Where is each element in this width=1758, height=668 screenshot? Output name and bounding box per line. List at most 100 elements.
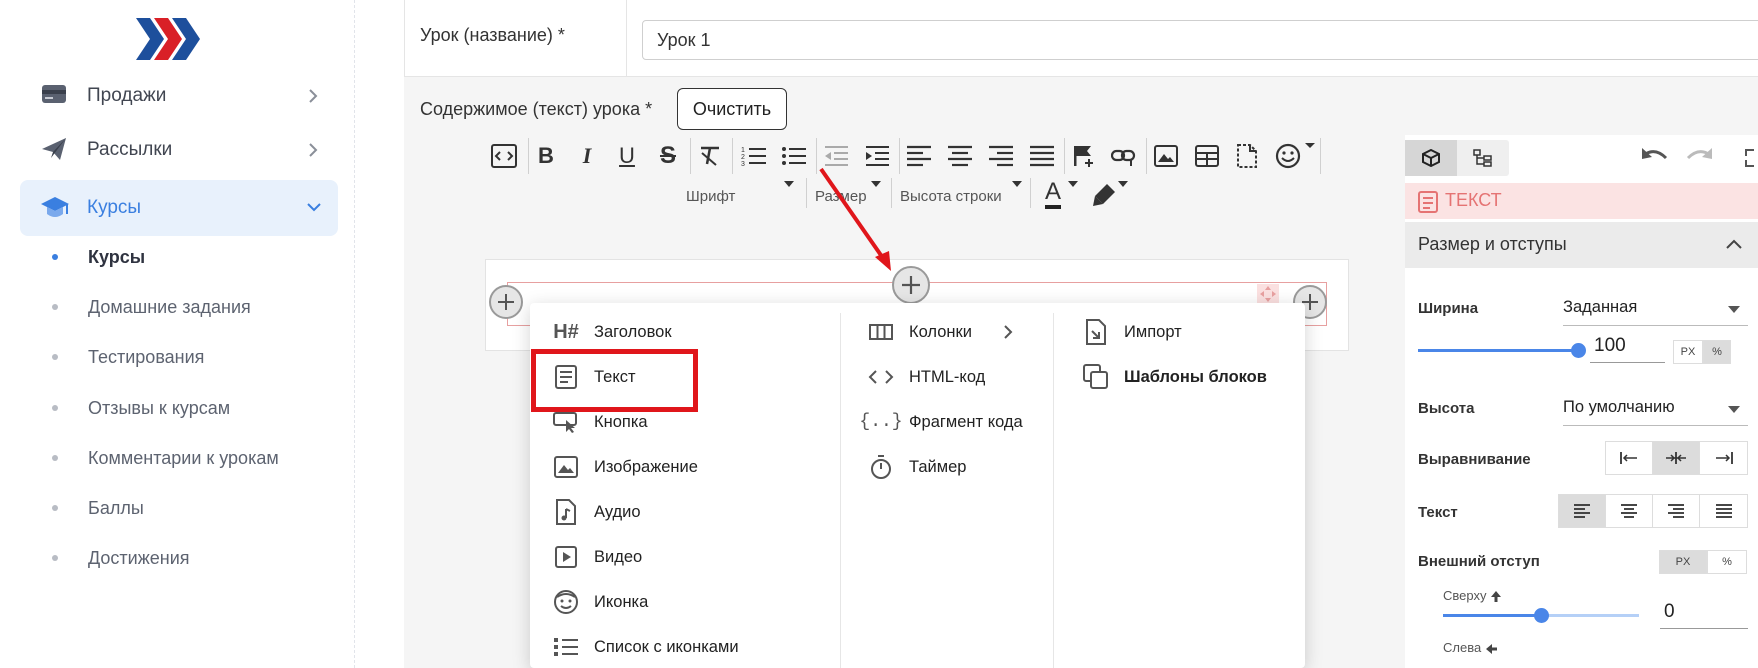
source-code-icon[interactable] xyxy=(486,138,522,174)
divider xyxy=(626,0,627,77)
block-option-templates[interactable]: Шаблоны блоков xyxy=(1082,357,1267,397)
add-block-left-icon[interactable] xyxy=(489,285,523,319)
highlighter-icon[interactable] xyxy=(1086,176,1122,212)
block-option-audio[interactable]: Аудио xyxy=(552,492,641,532)
slider-knob[interactable] xyxy=(1534,608,1549,623)
block-option-label: HTML-код xyxy=(909,367,986,386)
bold-icon[interactable]: B xyxy=(528,138,564,174)
align-center-icon[interactable] xyxy=(942,138,978,174)
block-option-label: Таймер xyxy=(909,457,967,476)
align-start-icon[interactable] xyxy=(1606,442,1653,474)
bullet-dot xyxy=(52,555,58,561)
text-color-icon[interactable]: A xyxy=(1035,176,1071,212)
block-option-import[interactable]: Импорт xyxy=(1082,312,1182,352)
clear-format-icon[interactable] xyxy=(692,138,728,174)
unit-px-button[interactable]: PX xyxy=(1673,340,1703,364)
element-type-header: ТЕКСТ xyxy=(1405,183,1758,219)
import-icon xyxy=(1082,318,1110,346)
height-mode-select[interactable]: По умолчанию xyxy=(1563,392,1748,426)
font-dropdown[interactable]: Шрифт xyxy=(686,188,735,205)
table-icon[interactable] xyxy=(1189,138,1225,174)
caret-icon xyxy=(1728,406,1740,413)
block-option-columns[interactable]: Колонки xyxy=(867,312,1014,352)
anchor-flag-icon[interactable] xyxy=(1066,138,1102,174)
clear-button[interactable]: Очистить xyxy=(677,88,787,130)
underline-icon[interactable]: U xyxy=(609,138,645,174)
link-icon[interactable] xyxy=(1106,138,1142,174)
logo[interactable] xyxy=(136,16,206,62)
text-align-center-icon[interactable] xyxy=(1606,495,1653,527)
align-right-icon[interactable] xyxy=(983,138,1019,174)
block-option-html[interactable]: HTML-код xyxy=(867,357,985,397)
width-mode-select[interactable]: Заданная xyxy=(1563,292,1748,326)
layers-tree-icon[interactable] xyxy=(1457,140,1509,176)
chevron-right-icon xyxy=(306,87,320,105)
submenu-label: Достижения xyxy=(88,547,190,568)
lesson-title-input[interactable] xyxy=(642,20,1758,60)
text-block-icon xyxy=(1418,191,1438,213)
section-size-spacing[interactable]: Размер и отступы xyxy=(1405,222,1758,268)
block-option-label: Изображение xyxy=(594,457,698,476)
toolbar-separator xyxy=(806,178,807,208)
unit-percent-button[interactable]: % xyxy=(1707,550,1747,574)
numbered-list-icon[interactable]: 123 xyxy=(736,138,772,174)
submenu-label: Тестирования xyxy=(88,346,205,367)
list-icon xyxy=(552,633,580,661)
align-end-icon[interactable] xyxy=(1700,442,1747,474)
text-align-left-icon[interactable] xyxy=(1559,495,1606,527)
bullet-dot xyxy=(52,304,58,310)
block-option-image[interactable]: Изображение xyxy=(552,447,698,487)
fullscreen-icon[interactable] xyxy=(1744,148,1758,168)
unit-percent-button[interactable]: % xyxy=(1703,340,1731,364)
toolbar-separator xyxy=(732,138,733,174)
block-option-timer[interactable]: Таймер xyxy=(867,447,966,487)
submenu-item-tests[interactable]: Тестирования xyxy=(48,337,338,377)
margin-top-value-field[interactable]: 0 xyxy=(1660,599,1748,629)
text-align-justify-icon[interactable] xyxy=(1700,495,1747,527)
cube-icon[interactable] xyxy=(1405,140,1457,176)
popup-column-divider xyxy=(840,313,841,668)
menu-item-mailings[interactable]: Рассылки xyxy=(20,122,338,178)
align-center-icon[interactable] xyxy=(1653,442,1700,474)
block-option-icon[interactable]: Иконка xyxy=(552,582,648,622)
line-height-dropdown[interactable]: Высота строки xyxy=(900,188,1002,205)
align-left-icon[interactable] xyxy=(901,138,937,174)
block-option-video[interactable]: Видео xyxy=(552,537,642,577)
align-justify-icon[interactable] xyxy=(1024,138,1060,174)
caret-icon xyxy=(784,181,794,187)
block-option-heading[interactable]: H# Заголовок xyxy=(552,312,671,352)
italic-icon[interactable]: I xyxy=(569,138,605,174)
image-icon[interactable] xyxy=(1148,138,1184,174)
width-mode-value: Заданная xyxy=(1563,298,1638,316)
width-value-field[interactable]: 100 xyxy=(1590,333,1665,363)
move-handle-icon[interactable] xyxy=(1257,284,1279,304)
undo-icon[interactable] xyxy=(1640,146,1670,168)
block-option-code-fragment[interactable]: {..} Фрагмент кода xyxy=(859,402,1022,442)
menu-item-sales[interactable]: Продажи xyxy=(20,68,338,124)
svg-text:3: 3 xyxy=(741,161,745,167)
toolbar-separator xyxy=(1064,138,1065,174)
strikethrough-icon[interactable]: S xyxy=(650,138,686,174)
slider-knob[interactable] xyxy=(1571,343,1586,358)
margin-top-slider[interactable] xyxy=(1443,608,1639,623)
menu-item-courses[interactable]: Курсы xyxy=(20,180,338,236)
bulleted-list-icon[interactable] xyxy=(776,138,812,174)
text-align-label: Текст xyxy=(1418,504,1458,521)
submenu-item-achievements[interactable]: Достижения xyxy=(48,538,338,578)
file-icon[interactable] xyxy=(1229,138,1265,174)
submenu-item-comments[interactable]: Комментарии к урокам xyxy=(48,438,338,478)
redo-icon[interactable] xyxy=(1684,146,1714,168)
arrow-up-icon xyxy=(1490,590,1502,603)
text-align-right-icon[interactable] xyxy=(1653,495,1700,527)
submenu-item-reviews[interactable]: Отзывы к курсам xyxy=(48,388,338,428)
block-option-icon-list[interactable]: Список с иконками xyxy=(552,627,739,667)
submenu-item-courses[interactable]: Курсы xyxy=(48,237,338,277)
video-icon xyxy=(552,543,580,571)
submenu-item-points[interactable]: Баллы xyxy=(48,488,338,528)
submenu-item-homework[interactable]: Домашние задания xyxy=(48,287,338,327)
menu-item-label: Рассылки xyxy=(87,139,173,160)
width-slider[interactable] xyxy=(1418,343,1586,358)
unit-px-button[interactable]: PX xyxy=(1659,550,1707,574)
add-block-top-icon[interactable] xyxy=(892,266,930,304)
emoji-icon[interactable] xyxy=(1270,138,1306,174)
